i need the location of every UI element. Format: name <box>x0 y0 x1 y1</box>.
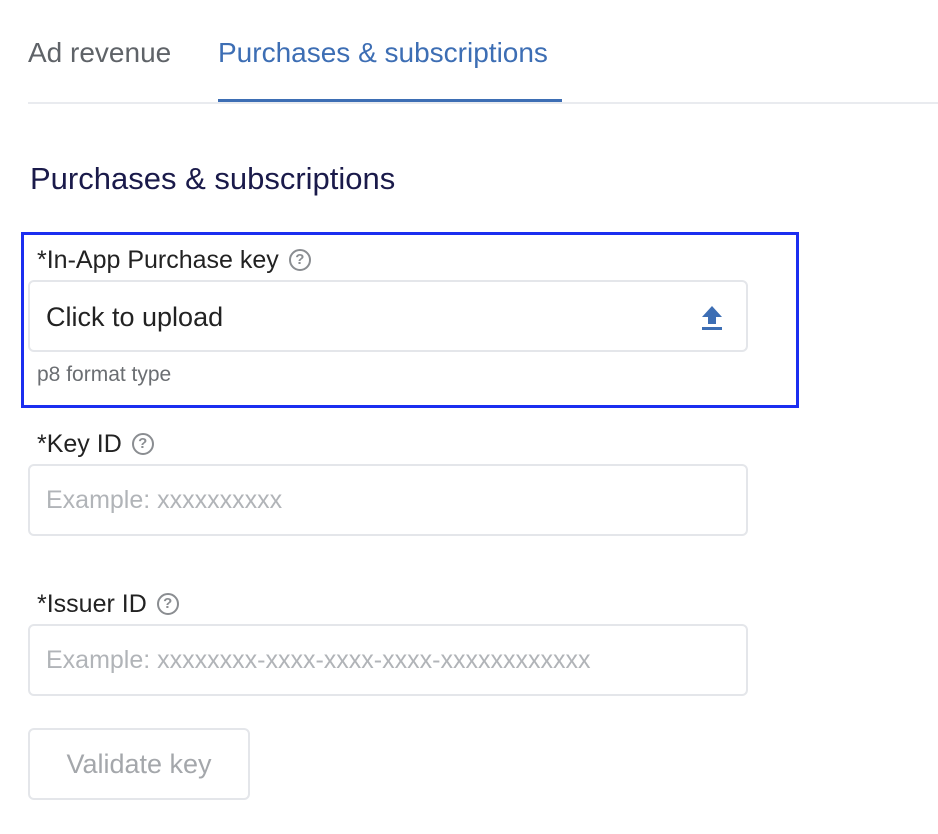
iap-key-upload-field[interactable]: Click to upload <box>28 280 748 352</box>
key-id-label: *Key ID <box>37 430 122 458</box>
upload-text: Click to upload <box>46 302 224 332</box>
tab-bar: Ad revenue Purchases & subscriptions <box>28 0 938 104</box>
issuer-id-input[interactable] <box>30 626 746 694</box>
issuer-id-label: *Issuer ID <box>37 590 147 618</box>
iap-key-hint: p8 format type <box>37 363 172 386</box>
help-icon[interactable]: ? <box>131 433 154 455</box>
issuer-id-field-wrapper <box>28 624 748 696</box>
active-tab-indicator <box>218 99 562 102</box>
iap-key-label-row: *In-App Purchase key ? <box>37 245 311 275</box>
issuer-id-label-row: *Issuer ID ? <box>37 589 179 619</box>
key-id-label-row: *Key ID ? <box>37 429 154 459</box>
tab-ad-revenue[interactable]: Ad revenue <box>28 36 171 70</box>
help-icon[interactable]: ? <box>288 249 311 271</box>
upload-icon[interactable] <box>700 304 724 332</box>
help-icon[interactable]: ? <box>156 593 179 615</box>
iap-key-label: *In-App Purchase key <box>37 246 279 274</box>
key-id-input[interactable] <box>30 466 746 534</box>
validate-key-button[interactable]: Validate key <box>28 728 250 800</box>
tab-purchases-subscriptions[interactable]: Purchases & subscriptions <box>218 36 548 70</box>
section-title: Purchases & subscriptions <box>30 161 396 196</box>
key-id-field-wrapper <box>28 464 748 536</box>
